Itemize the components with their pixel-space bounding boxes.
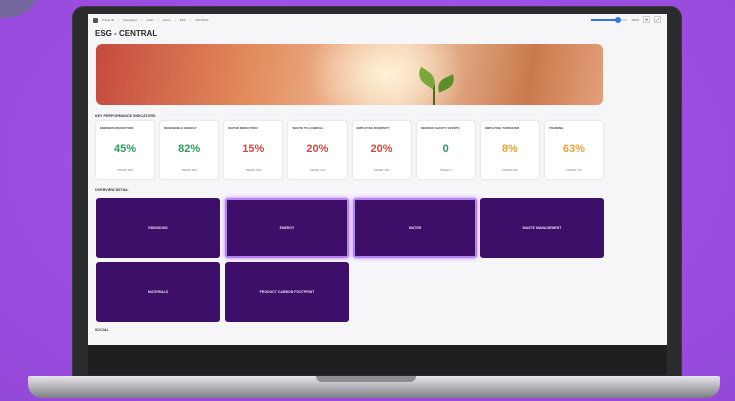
- kpi-card[interactable]: RENEWABLE ENERGY 82% TARGET 80%: [160, 121, 219, 179]
- kpi-title: TRAINING: [548, 126, 564, 130]
- sunlight-glow: [306, 44, 466, 105]
- breadcrumb: Power BI › Navigation › Index › Home › E…: [88, 14, 667, 26]
- kpi-value: 20%: [370, 143, 393, 155]
- breadcrumb-item[interactable]: Home: [163, 18, 171, 22]
- kpi-value: 20%: [306, 143, 329, 155]
- tile-label: PRODUCT CARBON FOOTPRINT: [259, 290, 315, 294]
- zoom-slider-fill: [591, 18, 618, 21]
- pin-icon[interactable]: ⊕: [643, 16, 650, 23]
- kpi-target: TARGET 0: [439, 169, 452, 172]
- breadcrumb-separator: ›: [190, 18, 192, 22]
- tile-product-carbon-footprint[interactable]: PRODUCT CARBON FOOTPRINT: [225, 262, 349, 322]
- tile-waste-management[interactable]: WASTE MANAGEMENT: [480, 198, 604, 258]
- kpi-value: 45%: [114, 143, 137, 155]
- kpi-title: WATER REDUCTION: [228, 126, 258, 130]
- kpi-section-heading: KEY PERFORMANCE INDICATORS: [95, 114, 156, 118]
- kpi-value: 0: [442, 143, 449, 155]
- tile-emissions[interactable]: EMISSIONS: [96, 198, 220, 258]
- kpi-card[interactable]: EMPLOYEE DIVERSITY 20% TARGET 40%: [352, 121, 411, 179]
- zoom-level: 100%: [631, 17, 639, 22]
- breadcrumb-item[interactable]: Index: [146, 18, 153, 22]
- breadcrumb-item[interactable]: ESG: [180, 18, 186, 22]
- tile-label: ENERGY: [279, 226, 295, 230]
- laptop-bezel: [88, 345, 667, 375]
- kpi-target: TARGET 30%: [245, 169, 262, 172]
- kpi-title: WASTE TO LANDFILL: [292, 126, 324, 130]
- kpi-target: TARGET 40%: [373, 169, 390, 172]
- kpi-card[interactable]: EMPLOYEE TURNOVER 8% TARGET 10%: [480, 121, 539, 179]
- kpi-value: 82%: [178, 143, 201, 155]
- breadcrumb-separator: ›: [118, 18, 120, 22]
- tile-water[interactable]: WATER: [353, 198, 477, 258]
- kpi-title: RENEWABLE ENERGY: [164, 126, 197, 130]
- tile-label: WATER: [408, 226, 422, 230]
- kpi-target: TARGET 10%: [309, 169, 326, 172]
- zoom-slider-handle[interactable]: [615, 16, 622, 23]
- kpi-title: EMPLOYEE DIVERSITY: [356, 126, 390, 130]
- laptop-notch: [316, 376, 416, 382]
- kpi-card[interactable]: EMISSION REDUCTION 45% TARGET 50%: [96, 121, 155, 179]
- breadcrumb-separator: ›: [157, 18, 159, 22]
- page-title: ESG - CENTRAL: [95, 29, 158, 38]
- kpi-value: 63%: [562, 143, 585, 155]
- kpi-target: TARGET 70%: [566, 169, 582, 172]
- breadcrumb-item[interactable]: Navigation: [123, 18, 137, 22]
- kpi-title: EMPLOYEE TURNOVER: [484, 126, 520, 130]
- breadcrumb-separator: ›: [174, 18, 176, 22]
- kpi-value: 15%: [242, 143, 265, 155]
- dashboard-screen: Power BI › Navigation › Index › Home › E…: [88, 14, 667, 345]
- kpi-card[interactable]: WASTE TO LANDFILL 20% TARGET 10%: [288, 121, 347, 179]
- tile-energy[interactable]: ENERGY: [225, 198, 349, 258]
- kpi-card[interactable]: WATER REDUCTION 15% TARGET 30%: [224, 121, 283, 179]
- kpi-target: TARGET 80%: [181, 169, 197, 172]
- kpi-target: TARGET 50%: [117, 169, 133, 172]
- tile-label: WASTE MANAGEMENT: [522, 226, 562, 230]
- kpi-card[interactable]: TRAINING 63% TARGET 70%: [544, 121, 603, 179]
- social-section-heading: SOCIAL: [95, 328, 109, 332]
- breadcrumb-item[interactable]: Power BI: [102, 18, 114, 22]
- expand-icon[interactable]: ⤢: [654, 16, 661, 23]
- overview-section-heading: OVERVIEW DETAIL: [95, 188, 129, 192]
- hero-banner-image: [96, 44, 603, 105]
- tile-label: MATERIALS: [147, 290, 169, 294]
- tile-materials[interactable]: MATERIALS: [96, 262, 220, 322]
- tile-label: EMISSIONS: [148, 226, 168, 230]
- kpi-value: 8%: [501, 143, 518, 155]
- home-icon[interactable]: [93, 17, 98, 23]
- breadcrumb-separator: ›: [141, 18, 143, 22]
- kpi-title: SERIOUS SAFETY EVENTS: [420, 126, 460, 130]
- zoom-slider[interactable]: [591, 16, 628, 23]
- breadcrumb-item[interactable]: CENTRAL: [195, 18, 209, 22]
- kpi-card[interactable]: SERIOUS SAFETY EVENTS 0 TARGET 0: [416, 121, 475, 179]
- kpi-title: EMISSION REDUCTION: [100, 126, 134, 130]
- kpi-row: EMISSION REDUCTION 45% TARGET 50% RENEWA…: [96, 121, 603, 179]
- kpi-target: TARGET 10%: [502, 169, 518, 172]
- toolbar: 100% ⊕ ⤢: [591, 16, 661, 23]
